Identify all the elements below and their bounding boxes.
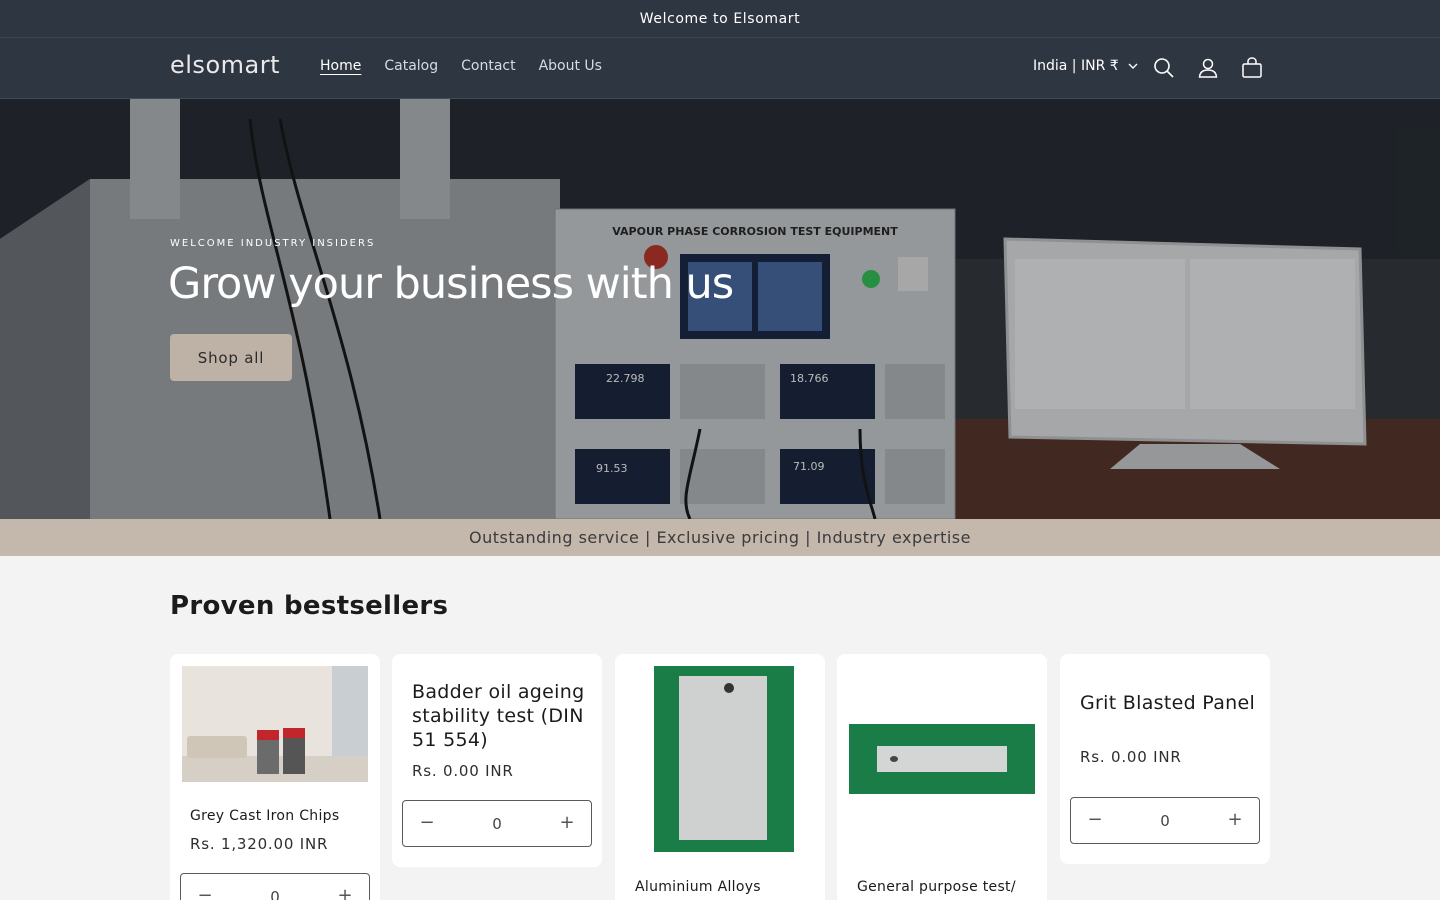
product-image[interactable] [182,666,368,782]
quantity-input[interactable] [467,814,527,833]
hero-heading: Grow your business with us [168,259,734,309]
product-title[interactable]: Grey Cast Iron Chips [190,808,339,824]
quantity-input[interactable] [1135,811,1195,830]
product-card[interactable]: Badder oil ageing stability test (DIN 51… [392,654,602,867]
site-header: elsomart Home Catalog Contact About Us I… [0,38,1440,99]
quantity-input[interactable] [245,887,305,900]
product-price: Rs. 1,320.00 INR [190,835,329,853]
product-card[interactable]: Grey Cast Iron Chips Rs. 1,320.00 INR − … [170,654,380,900]
product-title[interactable]: Badder oil ageing stability test (DIN 51… [412,680,592,752]
chevron-down-icon [1128,63,1138,69]
product-card[interactable]: Aluminium Alloys [615,654,825,900]
announcement-text: Welcome to Elsomart [639,10,801,27]
quantity-stepper: − + [1070,797,1260,844]
product-title[interactable]: Aluminium Alloys [635,879,761,895]
plus-icon[interactable]: + [1227,810,1243,829]
quantity-stepper: − + [402,800,592,847]
country-selector[interactable]: India | INR ₹ [1033,58,1139,74]
nav-home[interactable]: Home [320,58,361,74]
nav-about-us[interactable]: About Us [539,58,602,74]
search-icon[interactable] [1151,55,1177,81]
value-proposition-text: Outstanding service | Exclusive pricing … [469,528,971,547]
account-icon[interactable] [1195,55,1221,81]
hero-banner: VAPOUR PHASE CORROSION TEST EQUIPMENT 22… [0,99,1440,519]
shop-all-button[interactable]: Shop all [170,334,292,381]
announcement-bar: Welcome to Elsomart [0,0,1440,38]
country-label: India | INR ₹ [1033,58,1119,74]
nav-contact[interactable]: Contact [461,58,515,74]
cart-icon[interactable] [1239,55,1265,81]
hero-overlay [0,99,1440,519]
product-price: Rs. 0.00 INR [1080,748,1182,766]
bestsellers-title: Proven bestsellers [170,591,449,621]
site-logo[interactable]: elsomart [170,51,280,79]
product-title[interactable]: Grit Blasted Panel [1080,691,1260,715]
product-price: Rs. 0.00 INR [412,762,514,780]
minus-icon[interactable]: − [197,886,213,900]
minus-icon[interactable]: − [1087,810,1103,829]
quantity-stepper: − + [180,873,370,900]
nav-catalog[interactable]: Catalog [384,58,438,74]
product-card[interactable]: Grit Blasted Panel Rs. 0.00 INR − + [1060,654,1270,864]
plus-icon[interactable]: + [337,886,353,900]
plus-icon[interactable]: + [559,813,575,832]
value-proposition-strip: Outstanding service | Exclusive pricing … [0,519,1440,556]
minus-icon[interactable]: − [419,813,435,832]
product-image[interactable] [849,724,1035,794]
product-card[interactable]: General purpose test/ [837,654,1047,900]
hero-eyebrow: WELCOME INDUSTRY INSIDERS [170,238,376,249]
main-nav: Home Catalog Contact About Us [320,58,625,74]
product-title[interactable]: General purpose test/ [857,879,1016,895]
product-image[interactable] [654,666,794,852]
